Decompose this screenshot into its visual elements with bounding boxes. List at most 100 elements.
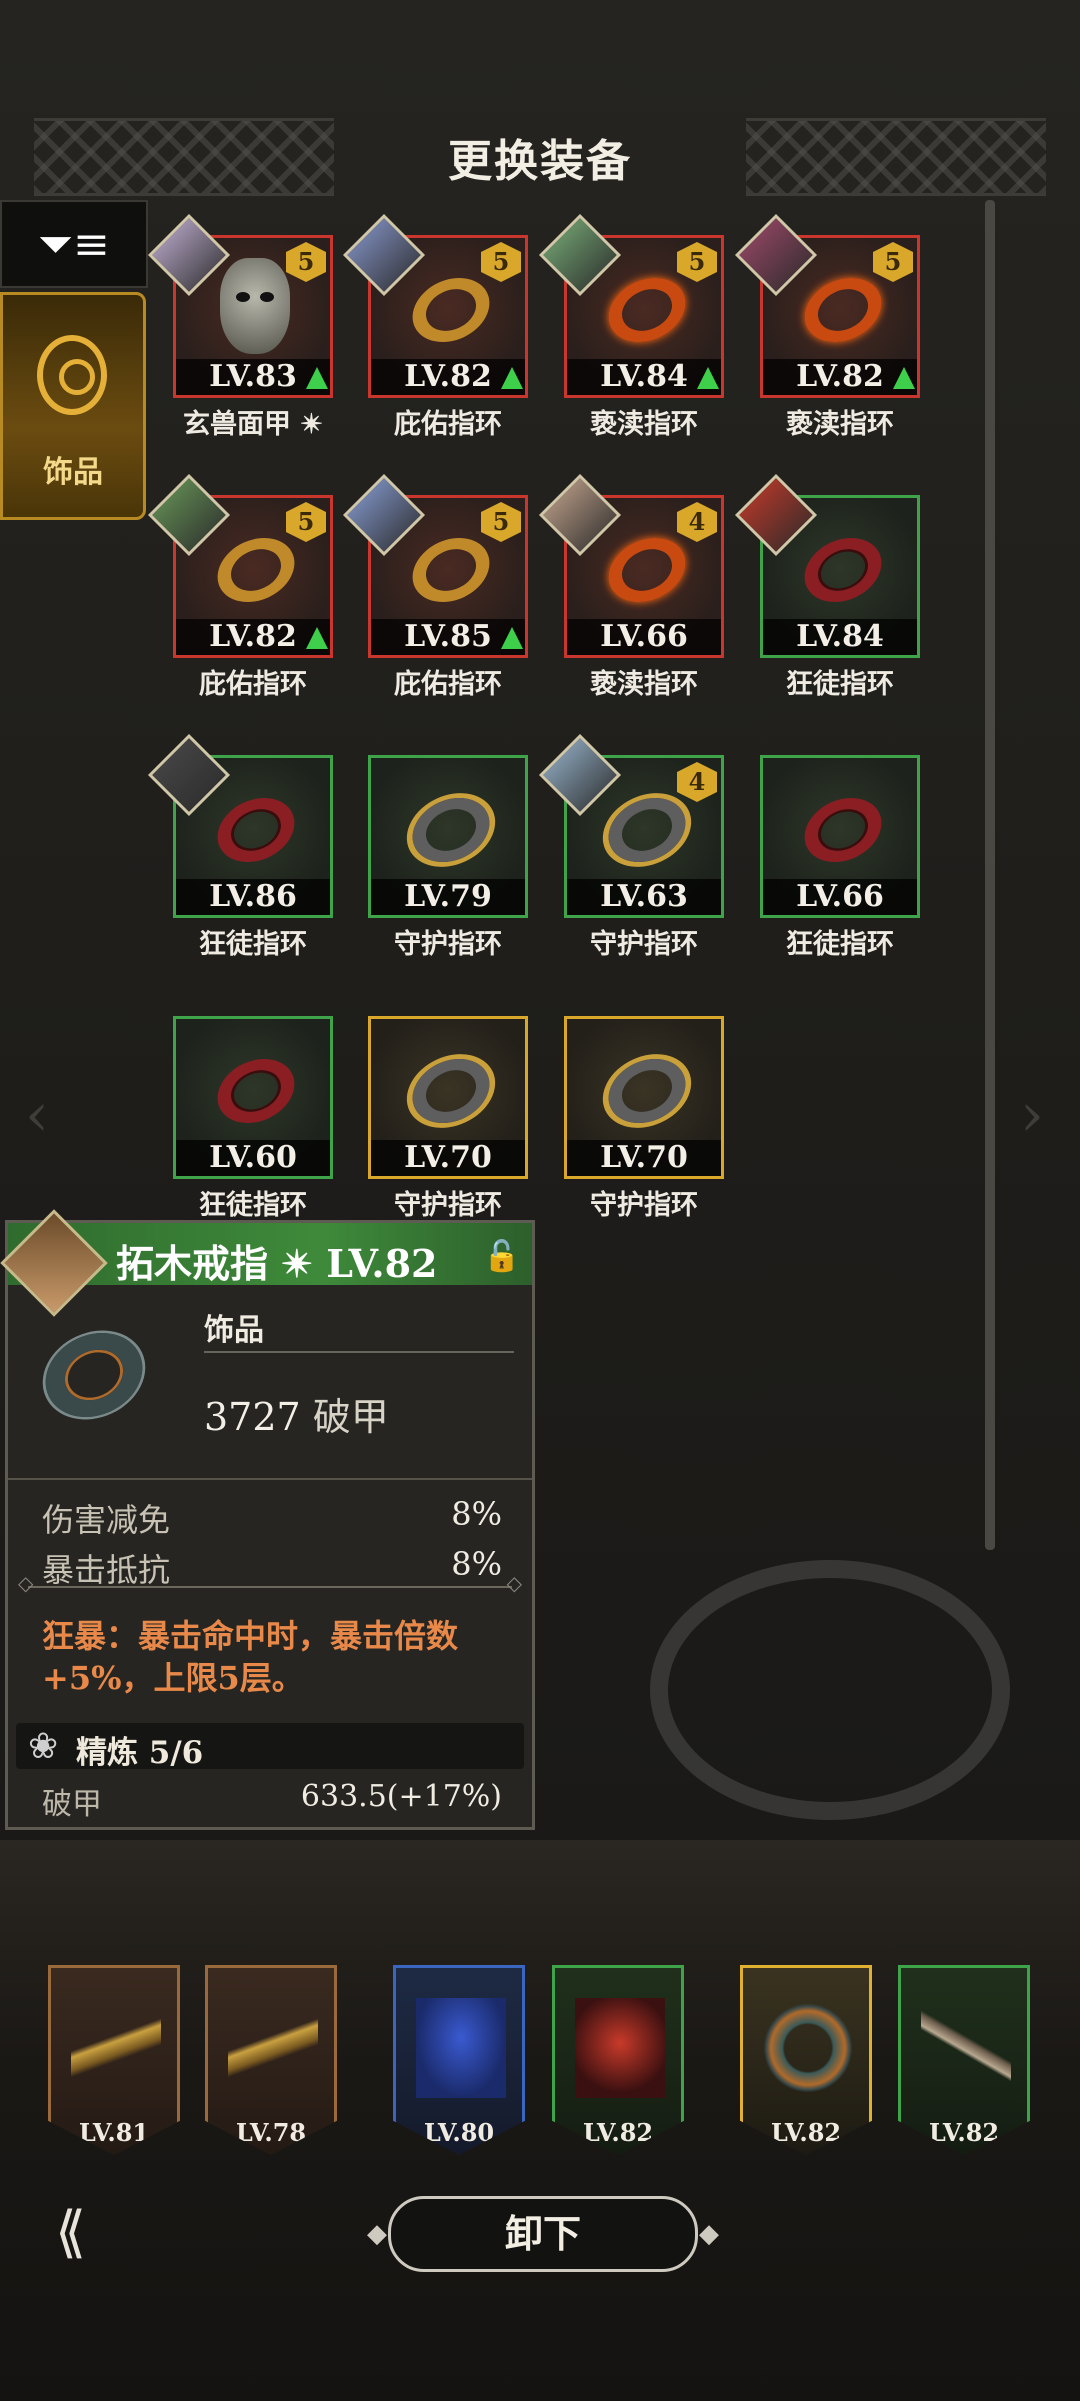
equipment-item[interactable]: LV.70 xyxy=(368,1016,528,1179)
upgrade-arrow-icon xyxy=(893,367,915,389)
equipment-item[interactable]: LV.79 xyxy=(368,755,528,918)
ring-icon xyxy=(794,785,892,875)
star-rank-badge: 5 xyxy=(286,242,326,282)
equipment-item[interactable]: 5 LV.83 xyxy=(147,213,333,398)
star-rank-badge: 5 xyxy=(286,502,326,542)
stat-row: 伤害减免 8% xyxy=(42,1495,502,1541)
prev-arrow-icon[interactable]: ‹ xyxy=(25,1080,49,1150)
item-name: 守护指环 xyxy=(590,1190,698,1221)
background-character-silhouette xyxy=(965,250,1045,850)
item-name: 庇佑指环 xyxy=(394,409,502,440)
ring-icon xyxy=(207,785,305,875)
star-rank-badge: 4 xyxy=(677,762,717,802)
ring-icon xyxy=(402,1046,500,1136)
equipment-item[interactable]: LV.84 xyxy=(734,473,920,658)
ring-icon xyxy=(598,785,696,875)
equipment-item[interactable]: 5 LV.84 xyxy=(538,213,724,398)
ring-icon xyxy=(598,1046,696,1136)
refine-label: 精炼 5/6 xyxy=(76,1735,204,1771)
star-rank-badge: 4 xyxy=(677,502,717,542)
ring-icon xyxy=(207,1046,305,1136)
item-detail-title: 拓木戒指 ✴ LV.82 xyxy=(116,1241,438,1286)
equipped-slot[interactable]: LV.78 xyxy=(205,1965,337,2155)
refine-stat-value: 633.5(+17%) xyxy=(300,1779,502,1814)
ring-icon xyxy=(763,1998,853,2098)
item-level: LV.79 xyxy=(371,879,525,915)
item-level: LV.86 xyxy=(176,879,330,915)
equipment-item[interactable]: 5 LV.82 xyxy=(147,473,333,658)
equipped-slot[interactable]: LV.81 xyxy=(48,1965,180,2155)
lock-icon[interactable]: 🔓 xyxy=(483,1239,520,1274)
tab-accessories-label: 饰品 xyxy=(43,455,103,490)
filter-list-icon: ⏷≡ xyxy=(37,218,111,270)
ring-icon xyxy=(402,525,500,615)
item-name: 守护指环 xyxy=(590,929,698,960)
item-name: 守护指环 xyxy=(394,1190,502,1221)
next-arrow-icon[interactable]: › xyxy=(1020,1080,1044,1150)
back-arrow-icon[interactable]: ⟪ xyxy=(55,2200,135,2265)
main-stat-label: 破甲 xyxy=(312,1395,389,1439)
equipment-item[interactable]: 5 LV.82 xyxy=(734,213,920,398)
skill-description: 狂暴：暴击命中时，暴击倍数+5%，上限5层。 xyxy=(42,1617,459,1697)
equipped-slot[interactable]: LV.82 xyxy=(740,1965,872,2155)
item-name: 亵渎指环 xyxy=(590,409,698,440)
equipped-slot[interactable]: LV.80 xyxy=(393,1965,525,2155)
ring-icon xyxy=(598,525,696,615)
main-stat: 3727 破甲 xyxy=(204,1386,389,1441)
item-level: LV.84 xyxy=(763,619,917,655)
equipment-item[interactable]: LV.66 xyxy=(760,755,920,918)
unequip-button[interactable]: 卸下 xyxy=(367,2196,719,2272)
equipment-item[interactable]: 4 LV.66 xyxy=(538,473,724,658)
equipped-slot[interactable]: LV.82 xyxy=(552,1965,684,2155)
upgrade-arrow-icon xyxy=(501,627,523,649)
scrollbar[interactable] xyxy=(985,200,995,1550)
stat-label: 伤害减免 xyxy=(42,1501,171,1539)
item-level: LV.66 xyxy=(567,619,721,655)
hero-avatar xyxy=(0,1209,108,1317)
mask-icon xyxy=(220,258,290,354)
item-name: 玄兽面甲 ✴ xyxy=(182,409,324,440)
item-name: 狂徒指环 xyxy=(786,669,894,700)
upgrade-arrow-icon xyxy=(306,367,328,389)
category-tabs: ⏷≡ 饰品 xyxy=(0,200,148,520)
upgrade-arrow-icon xyxy=(501,367,523,389)
item-name: 狂徒指环 xyxy=(786,929,894,960)
ring-icon xyxy=(402,785,500,875)
divider xyxy=(8,1478,532,1480)
star-rank-badge: 5 xyxy=(481,242,521,282)
equipment-item[interactable]: LV.86 xyxy=(147,733,333,918)
star-rank-badge: 5 xyxy=(481,502,521,542)
equipment-item[interactable]: 4 LV.63 xyxy=(538,733,724,918)
bow-icon xyxy=(71,1998,161,2098)
refine-bar: ❀ 精炼 5/6 xyxy=(16,1723,524,1771)
stat-value: 8% xyxy=(451,1495,502,1533)
ornament-divider xyxy=(18,1571,522,1595)
item-level: LV.63 xyxy=(567,879,721,915)
item-level: LV.70 xyxy=(371,1140,525,1176)
knight-emblem-watermark xyxy=(650,1560,1010,1820)
equipment-item[interactable]: 5 LV.85 xyxy=(342,473,528,658)
item-name: 庇佑指环 xyxy=(199,669,307,700)
ring-icon xyxy=(402,265,500,355)
star-rank-badge: 5 xyxy=(677,242,717,282)
item-level: LV.60 xyxy=(176,1140,330,1176)
item-name: 狂徒指环 xyxy=(199,929,307,960)
tab-accessories[interactable]: 饰品 xyxy=(0,292,146,520)
armor-icon xyxy=(575,1998,665,2098)
ring-icon xyxy=(794,265,892,355)
equipment-item[interactable]: LV.60 xyxy=(173,1016,333,1179)
item-level: LV.70 xyxy=(567,1140,721,1176)
main-stat-value: 3727 xyxy=(204,1395,301,1439)
ring-icon xyxy=(207,525,305,615)
star-rank-badge: 5 xyxy=(873,242,913,282)
equipped-slot[interactable]: LV.82 xyxy=(898,1965,1030,2155)
filter-button[interactable]: ⏷≡ xyxy=(0,200,148,288)
cloak-icon xyxy=(416,1998,506,2098)
ring-icon xyxy=(598,265,696,355)
equipment-item[interactable]: 5 LV.82 xyxy=(342,213,528,398)
equipment-item[interactable]: LV.70 xyxy=(564,1016,724,1179)
upgrade-arrow-icon xyxy=(697,367,719,389)
necklace-icon xyxy=(37,335,107,415)
refine-stat-label: 破甲 xyxy=(42,1787,102,1822)
page-title: 更换装备 xyxy=(448,136,632,187)
